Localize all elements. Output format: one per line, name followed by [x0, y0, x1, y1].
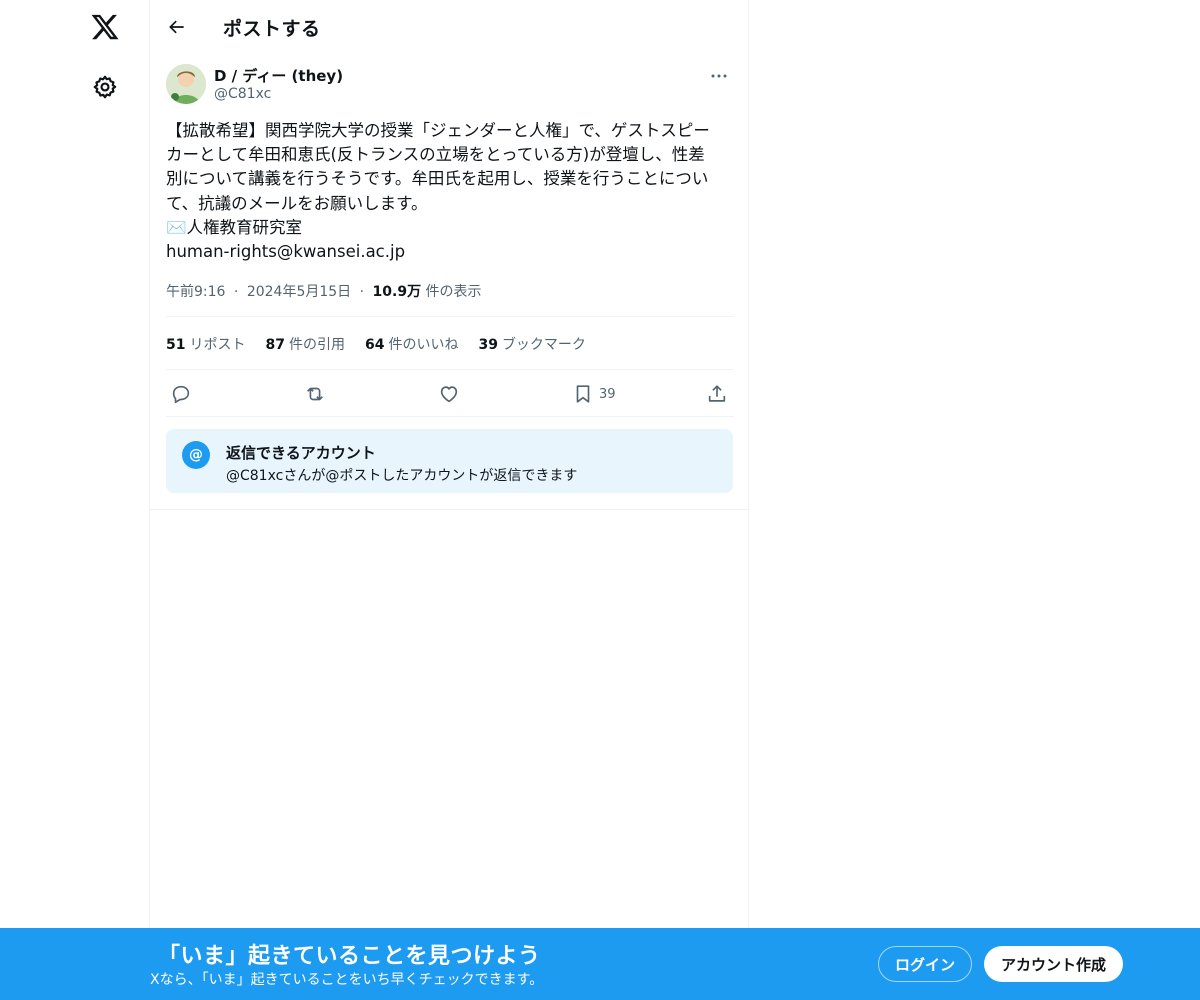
bookmarks-stat[interactable]: 39 ブックマーク: [478, 334, 585, 354]
gear-icon[interactable]: [92, 74, 118, 100]
heart-icon: [440, 386, 458, 403]
more-icon: [711, 74, 727, 78]
post-stats: 51 リポスト 87 件の引用 64 件のいいね 39 ブックマーク: [166, 334, 586, 354]
views-label: 件の表示: [425, 284, 482, 300]
post-time[interactable]: 午前9:16: [166, 284, 225, 300]
divider: [166, 369, 734, 370]
post-actions: 39: [166, 380, 734, 408]
banner-title: 「いま」起きていることを見つけよう: [158, 944, 541, 969]
back-button[interactable]: [164, 14, 190, 40]
bookmark-count: 39: [599, 386, 616, 402]
bookmarks-count: 39: [478, 337, 498, 353]
post-text-line: 別について講義を行うそうです。牟田氏を起用し、授業を行うことについ: [166, 169, 709, 189]
post-meta: 午前9:16 · 2024年5月15日 · 10.9万 件の表示: [166, 281, 482, 301]
at-sign-icon: @: [182, 441, 210, 469]
page-header: ポストする: [150, 0, 748, 53]
reposts-count: 51: [166, 337, 186, 353]
like-button[interactable]: [438, 380, 460, 408]
bookmark-icon: [576, 385, 590, 403]
quotes-stat[interactable]: 87 件の引用: [265, 334, 344, 354]
post-text-line: ✉️人権教育研究室: [166, 217, 303, 237]
post-date[interactable]: 2024年5月15日: [247, 284, 351, 300]
repost-icon: [307, 387, 323, 401]
likes-label: 件のいいね: [388, 337, 459, 353]
more-options-button[interactable]: [706, 66, 732, 86]
reposts-stat[interactable]: 51 リポスト: [166, 334, 245, 354]
share-icon: [708, 385, 726, 402]
signup-banner: 「いま」起きていることを見つけよう Xなら、「いま」起きていることをいち早くチェ…: [0, 928, 1200, 1000]
views-count: 10.9万: [372, 284, 422, 300]
likes-stat[interactable]: 64 件のいいね: [365, 334, 458, 354]
author-handle[interactable]: @C81xc: [214, 86, 271, 102]
login-button[interactable]: ログイン: [878, 946, 972, 982]
banner-subtitle: Xなら、「いま」起きていることをいち早くチェックできます。: [150, 972, 544, 988]
post-text: 【拡散希望】関西学院大学の授業「ジェンダーと人権」で、ゲストスピー カーとして牟…: [166, 119, 734, 264]
share-button[interactable]: [706, 380, 728, 408]
reply-restriction-notice: @ 返信できるアカウント @C81xcさんが@ポストしたアカウントが返信できます: [166, 429, 733, 493]
meta-separator: ·: [233, 284, 239, 300]
divider: [150, 509, 748, 510]
post-text-line: カーとして牟田和恵氏(反トランスの立場をとっている方)が登壇し、性差: [166, 145, 705, 165]
post-text-line: て、抗議のメールをお願いします。: [166, 193, 428, 213]
reply-restriction-description: @C81xcさんが@ポストしたアカウントが返信できます: [226, 468, 578, 484]
arrow-left-icon: [169, 20, 184, 34]
post-text-email[interactable]: human-rights@kwansei.ac.jp: [166, 240, 734, 264]
divider: [166, 316, 734, 317]
avatar[interactable]: [166, 64, 206, 104]
reply-button[interactable]: [170, 380, 192, 408]
left-navigation: [0, 0, 150, 1000]
bookmark-button[interactable]: 39: [572, 380, 616, 408]
post-author: D / ディー (they) @C81xc: [166, 64, 734, 108]
divider: [166, 416, 734, 417]
author-name[interactable]: D / ディー (they): [214, 65, 343, 86]
post-text-line: 【拡散希望】関西学院大学の授業「ジェンダーと人権」で、ゲストスピー: [166, 121, 710, 140]
likes-count: 64: [364, 337, 385, 353]
quotes-label: 件の引用: [288, 337, 345, 353]
reply-restriction-title: 返信できるアカウント: [226, 444, 376, 462]
meta-separator: ·: [359, 284, 365, 300]
bookmarks-label: ブックマーク: [501, 337, 586, 353]
signup-button[interactable]: アカウント作成: [984, 946, 1123, 982]
x-logo-icon[interactable]: [90, 12, 120, 42]
reply-icon: [172, 385, 190, 404]
reposts-label: リポスト: [189, 337, 246, 353]
repost-button[interactable]: [304, 380, 326, 408]
page-title: ポストする: [223, 18, 321, 40]
quotes-count: 87: [265, 337, 285, 353]
main-column: ポストする D / ディー (they) @C81xc 【拡散希望】関西学院大学…: [149, 0, 749, 1000]
